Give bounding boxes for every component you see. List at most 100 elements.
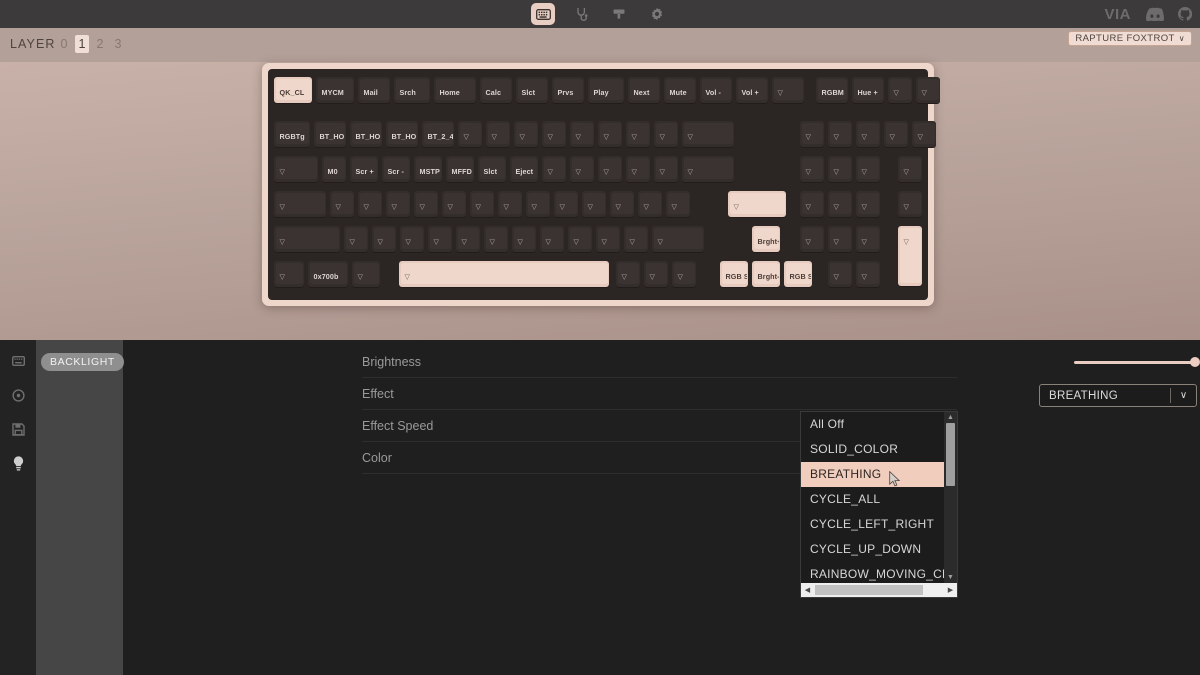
keyboard-key[interactable]: RGBTg [274,121,310,147]
dropdown-horizontal-scrollbar[interactable]: ◀ ▶ [801,583,957,597]
keyboard-key[interactable]: Brght- [752,261,780,287]
sidebar-item-macros[interactable] [7,384,29,406]
keyboard-key[interactable]: Vol - [700,77,732,103]
keyboard-key[interactable]: ▽ [828,156,852,182]
keyboard-key[interactable]: ▽ [512,226,536,252]
keyboard-key[interactable]: Prvs [552,77,584,103]
keyboard-key[interactable]: ▽ [330,191,354,217]
keyboard-key[interactable]: ▽ [386,191,410,217]
slider-thumb[interactable] [1190,357,1200,367]
keyboard-key[interactable]: ▽ [358,191,382,217]
keyboard-key[interactable]: ▽ [666,191,690,217]
brightness-slider[interactable] [1074,357,1200,367]
keyboard-key[interactable]: ▽ [644,261,668,287]
keyboard-key[interactable]: ▽ [414,191,438,217]
layer-button-1[interactable]: 1 [75,35,89,53]
sidebar-item-keymap[interactable] [7,350,29,372]
keyboard-key[interactable]: ▽ [542,121,566,147]
keyboard-key[interactable]: ▽ [274,261,304,287]
keyboard-key[interactable]: ▽ [582,191,606,217]
keyboard-key[interactable]: QK_CL [274,77,312,103]
keyboard-key[interactable]: ▽ [542,156,566,182]
sidebar-item-save[interactable] [7,418,29,440]
keyboard-key[interactable]: ▽ [498,191,522,217]
keyboard-key[interactable]: ▽ [898,226,922,286]
keyboard-key[interactable]: ▽ [856,191,880,217]
keyboard-key[interactable]: ▽ [624,226,648,252]
keyboard-key[interactable]: BT_HO [314,121,346,147]
keyboard-key[interactable]: ▽ [828,226,852,252]
keyboard-key[interactable]: RGB Sl [720,261,748,287]
discord-icon[interactable] [1145,7,1164,21]
keyboard-key[interactable]: ▽ [626,121,650,147]
keyboard-key[interactable]: ▽ [540,226,564,252]
keyboard-tool-button[interactable] [531,3,555,25]
keyboard-key[interactable]: ▽ [598,156,622,182]
keyboard-key[interactable]: ▽ [570,156,594,182]
keyboard-key[interactable]: ▽ [568,226,592,252]
keyboard-key[interactable]: RGBM [816,77,848,103]
keyboard-key[interactable]: ▽ [458,121,482,147]
scroll-right-arrow-icon[interactable]: ▶ [944,586,957,594]
keyboard-key[interactable]: Scr - [382,156,410,182]
keyboard-key[interactable]: Scr + [350,156,378,182]
keyboard-key[interactable]: ▽ [274,156,318,182]
scroll-down-arrow-icon[interactable]: ▼ [944,572,957,583]
keyboard-key[interactable]: ▽ [828,121,852,147]
keyboard-key[interactable]: ▽ [596,226,620,252]
keyboard-key[interactable]: ▽ [616,261,640,287]
keyboard-key[interactable]: Brght+ [752,226,780,252]
keyboard-key[interactable]: ▽ [344,226,368,252]
keyboard-key[interactable]: ▽ [526,191,550,217]
dropdown-option[interactable]: CYCLE_UP_DOWN [801,537,944,562]
dropdown-option[interactable]: All Off [801,412,944,437]
keyboard-key[interactable]: ▽ [800,156,824,182]
dropdown-option[interactable]: CYCLE_ALL [801,487,944,512]
keyboard-selector[interactable]: RAPTURE FOXTROT ∨ [1068,31,1192,46]
keyboard-key[interactable]: ▽ [682,156,734,182]
keyboard-key[interactable]: ▽ [570,121,594,147]
keyboard-key[interactable]: ▽ [888,77,912,103]
keyboard-key[interactable]: ▽ [898,191,922,217]
keyboard-key[interactable]: Home [434,77,476,103]
plug-tool-button[interactable] [569,3,593,25]
keyboard-key[interactable]: MFFD [446,156,474,182]
keyboard-key[interactable]: Vol + [736,77,768,103]
keyboard-key[interactable]: ▽ [514,121,538,147]
dropdown-option[interactable]: SOLID_COLOR [801,437,944,462]
keyboard-key[interactable]: ▽ [800,226,824,252]
dropdown-vertical-scrollbar[interactable]: ▲ ▼ [944,412,957,583]
keyboard-key[interactable]: Mute [664,77,696,103]
keyboard-key[interactable]: Slct [516,77,548,103]
keyboard-key[interactable]: ▽ [856,261,880,287]
github-icon[interactable] [1178,7,1192,21]
keyboard-key[interactable]: ▽ [652,226,704,252]
keyboard-key[interactable]: ▽ [856,121,880,147]
keyboard-key[interactable]: M0 [322,156,346,182]
keyboard-key[interactable]: ▽ [800,191,824,217]
keyboard-key[interactable]: BT_HO [386,121,418,147]
layer-button-0[interactable]: 0 [57,35,71,53]
keyboard-key[interactable]: ▽ [428,226,452,252]
keyboard-key[interactable]: RGB Sl [784,261,812,287]
keyboard-key[interactable]: ▽ [554,191,578,217]
keyboard-key[interactable]: ▽ [610,191,634,217]
layer-button-3[interactable]: 3 [111,35,125,53]
keyboard-key[interactable]: ▽ [828,261,852,287]
keyboard-key[interactable]: ▽ [372,226,396,252]
keyboard-key[interactable]: Next [628,77,660,103]
keyboard-key[interactable]: Mail [358,77,390,103]
keyboard-key[interactable]: 0x700b [308,261,348,287]
keyboard-key[interactable]: ▽ [456,226,480,252]
keyboard-key[interactable]: ▽ [856,226,880,252]
keyboard-key[interactable]: ▽ [399,261,609,287]
sidebar-item-lighting[interactable] [7,452,29,474]
keyboard-key[interactable]: BT_HO [350,121,382,147]
keyboard-key[interactable]: MSTP [414,156,442,182]
keyboard-key[interactable]: Hue + [852,77,884,103]
keyboard-key[interactable]: MYCM [316,77,354,103]
scroll-left-arrow-icon[interactable]: ◀ [801,586,814,594]
keyboard-key[interactable]: ▽ [352,261,380,287]
keyboard-key[interactable]: ▽ [772,77,804,103]
scroll-up-arrow-icon[interactable]: ▲ [944,412,957,423]
